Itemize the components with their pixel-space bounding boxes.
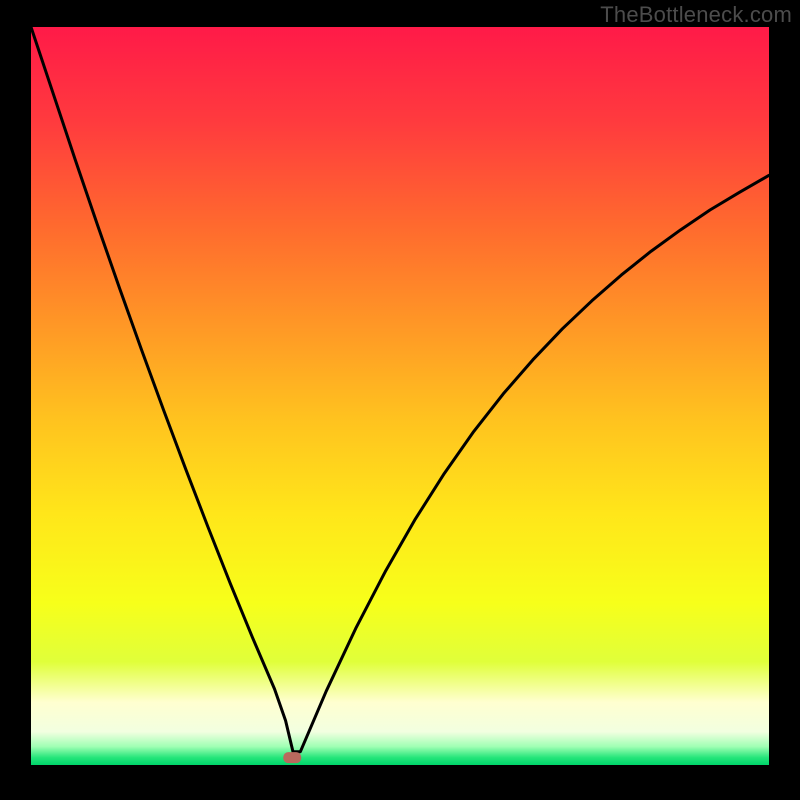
- plot-background: [31, 27, 769, 765]
- attribution-text: TheBottleneck.com: [600, 2, 792, 28]
- minimum-marker: [283, 752, 301, 763]
- bottleneck-chart: [0, 0, 800, 800]
- chart-stage: TheBottleneck.com: [0, 0, 800, 800]
